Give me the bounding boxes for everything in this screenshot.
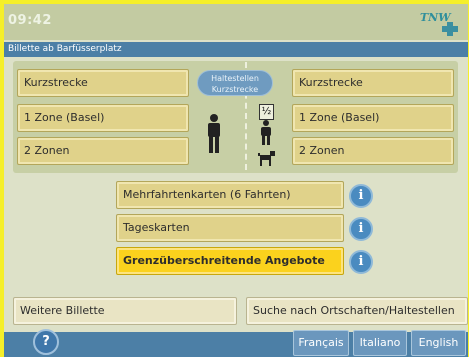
mehrfahrtenkarten-info-icon[interactable]: i <box>349 184 373 208</box>
ticket-machine-screen: 09:42 TNW Billette ab Barfüsserplatz Kur… <box>4 4 468 357</box>
language-francais-button[interactable]: Français <box>293 330 349 356</box>
pill-line-2: Kurzstrecke <box>211 85 259 94</box>
adult-kurzstrecke-button[interactable]: Kurzstrecke <box>17 69 189 97</box>
logo-cross-icon <box>442 22 458 36</box>
reduced-kurzstrecke-button[interactable]: Kurzstrecke <box>292 69 454 97</box>
tageskarten-info-icon[interactable]: i <box>349 217 373 241</box>
tageskarten-button[interactable]: Tageskarten <box>116 214 344 242</box>
haltestellen-kurzstrecke-button[interactable]: Haltestellen Kurzstrecke <box>197 70 273 96</box>
help-icon[interactable]: ? <box>33 329 59 355</box>
grenzueberschreitende-angebote-button[interactable]: Grenzüberschreitende Angebote <box>116 247 344 275</box>
reduced-2-zonen-button[interactable]: 2 Zonen <box>292 137 454 165</box>
pill-line-1: Haltestellen <box>211 74 259 83</box>
top-bar: 09:42 TNW <box>4 4 468 40</box>
child-person-icon <box>261 120 271 145</box>
grenzueberschreitende-info-icon[interactable]: i <box>349 250 373 274</box>
tnw-logo: TNW <box>420 10 460 36</box>
mehrfahrtenkarten-button[interactable]: Mehrfahrtenkarten (6 Fahrten) <box>116 181 344 209</box>
adult-2-zonen-button[interactable]: 2 Zonen <box>17 137 189 165</box>
clock-time: 09:42 <box>8 13 52 28</box>
adult-person-icon <box>208 114 220 153</box>
language-italiano-button[interactable]: Italiano <box>353 330 407 356</box>
ortschaften-suche-button[interactable]: Suche nach Ortschaften/Haltestellen <box>246 297 468 325</box>
page-title: Billette ab Barfüsserplatz <box>4 42 468 57</box>
reduced-1-zone-button[interactable]: 1 Zone (Basel) <box>292 104 454 132</box>
weitere-billette-button[interactable]: Weitere Billette <box>13 297 237 325</box>
adult-1-zone-button[interactable]: 1 Zone (Basel) <box>17 104 189 132</box>
dog-icon <box>258 151 275 166</box>
half-fare-badge: ½ <box>259 104 274 120</box>
language-english-button[interactable]: English <box>411 330 466 356</box>
